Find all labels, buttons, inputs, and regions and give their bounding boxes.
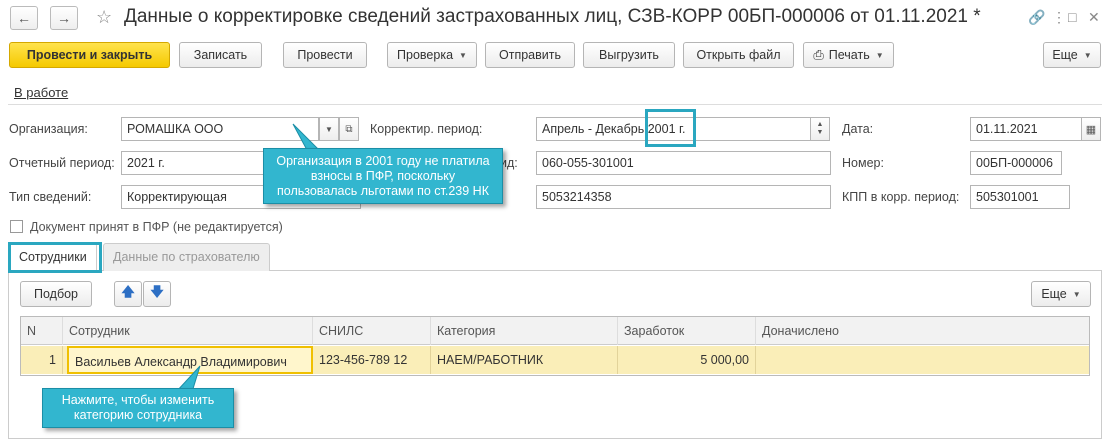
employee-callout: Нажмите, чтобы изменить категорию сотруд… (42, 388, 234, 428)
write-button[interactable]: Записать (179, 42, 262, 68)
org-label: Организация: (9, 122, 88, 136)
select-button[interactable]: Подбор (20, 281, 92, 307)
column-header-n[interactable]: N (21, 317, 63, 345)
chevron-down-icon: ▼ (875, 50, 884, 60)
divider (8, 104, 1102, 105)
chevron-down-icon: ▼ (816, 129, 824, 136)
check-dropdown-button[interactable]: Проверка ▼ (387, 42, 477, 68)
number-field[interactable]: 00БП-000006 (970, 151, 1062, 175)
org-open-button[interactable]: ⧉ (339, 117, 359, 141)
unload-button[interactable]: Выгрузить (583, 42, 675, 68)
print-dropdown-button[interactable]: ⎙ Печать ▼ (803, 42, 894, 68)
accepted-label: Документ принят в ПФР (не редактируется) (30, 220, 283, 234)
open-file-button[interactable]: Открыть файл (683, 42, 794, 68)
send-button[interactable]: Отправить (485, 42, 575, 68)
column-header-category[interactable]: Категория (431, 317, 618, 345)
column-header-snils[interactable]: СНИЛС (313, 317, 431, 345)
column-header-employee[interactable]: Сотрудник (63, 317, 313, 345)
column-header-earnings[interactable]: Заработок (618, 317, 756, 345)
cell-snils: 123-456-789 12 (313, 346, 431, 374)
table-more-button[interactable]: Еще ▼ (1031, 281, 1091, 307)
arrow-down-icon: 🡇 (150, 284, 164, 299)
chevron-down-icon: ▼ (325, 124, 333, 134)
cell-earnings: 5 000,00 (618, 346, 756, 374)
move-down-button[interactable]: 🡇 (143, 281, 171, 307)
cell-category[interactable]: НАЕМ/РАБОТНИК (431, 346, 618, 374)
reg-number-field[interactable]: 060-055-301001 (536, 151, 831, 175)
report-period-label: Отчетный период: (9, 156, 115, 170)
link-icon[interactable]: 🔗 (1028, 9, 1045, 26)
info-type-label: Тип сведений: (9, 190, 92, 204)
chevron-down-icon: ▼ (459, 50, 467, 60)
more-button[interactable]: Еще ▼ (1043, 42, 1101, 68)
status-link[interactable]: В работе (14, 85, 68, 100)
kpp-field[interactable]: 505301001 (970, 185, 1070, 209)
corr-period-label: Корректир. период: (370, 122, 483, 136)
star-icon[interactable]: ☆ (96, 7, 112, 28)
calendar-button[interactable]: ▦ (1081, 117, 1101, 141)
close-icon[interactable]: ✕ (1088, 9, 1100, 26)
column-header-extra[interactable]: Доначислено (756, 317, 1089, 345)
chevron-up-icon: ▲ (816, 121, 824, 128)
kpp-label: КПП в корр. период: (842, 190, 960, 204)
chevron-down-icon: ▼ (1072, 289, 1081, 299)
arrow-right-icon: → (57, 10, 71, 26)
post-and-close-button[interactable]: Провести и закрыть (9, 42, 170, 68)
tab-highlight (8, 242, 102, 273)
open-icon: ⧉ (345, 123, 353, 135)
forward-button[interactable]: → (50, 6, 78, 30)
date-label: Дата: (842, 122, 874, 136)
org-callout: Организация в 2001 году не платила взнос… (263, 148, 503, 204)
cell-extra (756, 346, 1089, 374)
window-title: Данные о корректировке сведений застрахо… (124, 6, 981, 27)
number-label: Номер: (842, 156, 884, 170)
arrow-up-icon: 🡅 (121, 284, 135, 299)
inn-field[interactable]: 5053214358 (536, 185, 831, 209)
cell-n: 1 (21, 346, 63, 374)
back-button[interactable]: ← (10, 6, 38, 30)
table-header: N Сотрудник СНИЛС Категория Заработок До… (21, 317, 1089, 345)
accepted-checkbox[interactable] (10, 220, 23, 233)
post-button[interactable]: Провести (283, 42, 367, 68)
chevron-down-icon: ▼ (1083, 50, 1092, 60)
move-up-button[interactable]: 🡅 (114, 281, 142, 307)
tab-insurer-data[interactable]: Данные по страхователю (103, 243, 270, 271)
printer-icon: ⎙ (813, 47, 824, 62)
arrow-left-icon: ← (17, 10, 31, 26)
corr-period-spinner[interactable]: ▲ ▼ (810, 117, 830, 141)
year-highlight (645, 109, 696, 147)
maximize-icon[interactable]: □ (1068, 9, 1076, 25)
more-vert-icon[interactable]: ⋮ (1052, 9, 1066, 26)
calendar-icon: ▦ (1085, 123, 1097, 136)
date-field[interactable]: 01.11.2021 (970, 117, 1082, 141)
